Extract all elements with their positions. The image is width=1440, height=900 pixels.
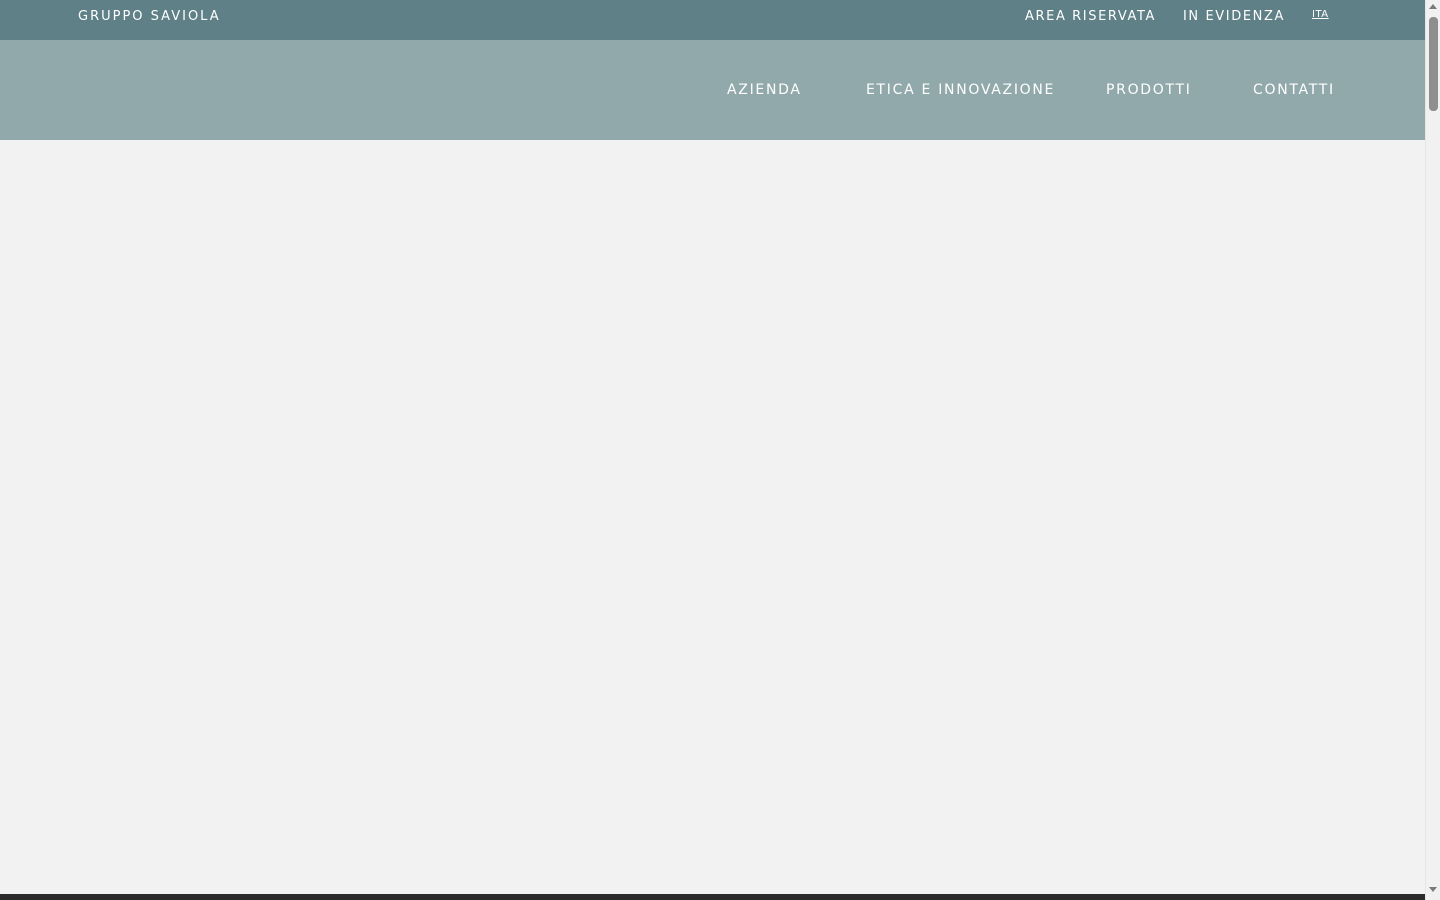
page-viewport: GRUPPO SAVIOLA AREA RISERVATA IN EVIDENZ… bbox=[0, 0, 1425, 900]
top-bar: GRUPPO SAVIOLA AREA RISERVATA IN EVIDENZ… bbox=[0, 0, 1425, 40]
vertical-scrollbar[interactable] bbox=[1425, 0, 1440, 900]
nav-item-etica-e-innovazione[interactable]: ETICA E INNOVAZIONE bbox=[866, 81, 1055, 99]
in-evidenza-link[interactable]: IN EVIDENZA bbox=[1183, 9, 1285, 25]
scroll-down-arrow-icon[interactable] bbox=[1429, 887, 1437, 892]
main-navigation: AZIENDA ETICA E INNOVAZIONE PRODOTTI CON… bbox=[0, 40, 1425, 140]
footer-edge bbox=[0, 894, 1425, 900]
scroll-thumb[interactable] bbox=[1429, 17, 1438, 111]
nav-item-contatti[interactable]: CONTATTI bbox=[1253, 81, 1335, 99]
brand-name[interactable]: GRUPPO SAVIOLA bbox=[78, 9, 221, 25]
nav-item-azienda[interactable]: AZIENDA bbox=[727, 81, 802, 99]
language-selector[interactable]: ITA bbox=[1312, 9, 1329, 21]
nav-item-prodotti[interactable]: PRODOTTI bbox=[1106, 81, 1192, 99]
page: GRUPPO SAVIOLA AREA RISERVATA IN EVIDENZ… bbox=[0, 0, 1440, 900]
area-riservata-link[interactable]: AREA RISERVATA bbox=[1025, 9, 1156, 25]
scroll-up-arrow-icon[interactable] bbox=[1429, 4, 1437, 9]
